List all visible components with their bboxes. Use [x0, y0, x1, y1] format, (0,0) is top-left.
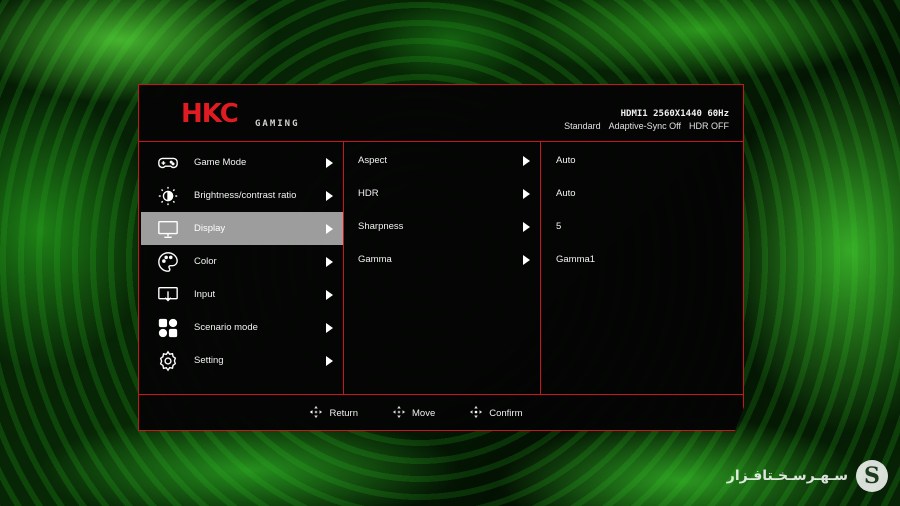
menu-item-label: Display: [194, 223, 226, 234]
menu-item-label: Color: [194, 256, 217, 267]
input-icon: [157, 284, 179, 306]
osd-menu-panel: HKC GAMING HDMI1 2560X1440 60Hz Standard…: [138, 84, 744, 431]
hint-return: Return: [309, 405, 358, 422]
signal-info: HDMI1 2560X1440 60Hz: [620, 109, 729, 119]
menu-item-scenario-mode[interactable]: Scenario mode: [141, 311, 343, 344]
menu-item-label: Brightness/contrast ratio: [194, 190, 297, 201]
osd-footer: Return Move Confirm: [139, 394, 743, 431]
value-sharpness: 5: [556, 221, 562, 232]
gear-icon: [157, 350, 179, 372]
hint-label: Move: [412, 408, 436, 419]
menu-item-game-mode[interactable]: Game Mode: [141, 146, 343, 179]
hint-label: Confirm: [489, 408, 523, 419]
menu-item-label: Input: [194, 289, 216, 300]
value-gamma: Gamma1: [556, 254, 596, 265]
submenu-item-gamma[interactable]: Gamma: [344, 243, 540, 276]
monitor-icon: [157, 218, 179, 240]
value-aspect: Auto: [556, 155, 576, 166]
site-watermark: سـهـرسـخـتافـزار S: [727, 460, 888, 492]
values-column: Auto Auto 5 Gamma1: [543, 142, 743, 394]
dpad-move-icon: [392, 405, 406, 422]
hint-label: Return: [329, 408, 358, 419]
chevron-right-icon: [326, 256, 333, 267]
scenario-icon: [157, 317, 179, 339]
chevron-right-icon: [326, 322, 333, 333]
menu-item-display[interactable]: Display: [141, 212, 343, 245]
osd-header: HKC GAMING HDMI1 2560X1440 60Hz Standard…: [139, 85, 743, 142]
submenu-item-label: Sharpness: [358, 221, 404, 232]
menu-item-input[interactable]: Input: [141, 278, 343, 311]
hint-confirm: Confirm: [469, 405, 523, 422]
chevron-right-icon: [523, 254, 530, 265]
watermark-logo: S: [856, 460, 888, 492]
chevron-right-icon: [326, 190, 333, 201]
submenu-item-label: HDR: [358, 188, 379, 199]
submenu-item-sharpness[interactable]: Sharpness: [344, 210, 540, 243]
gamepad-icon: [157, 152, 179, 174]
submenu-item-label: Aspect: [358, 155, 388, 166]
chevron-right-icon: [326, 355, 333, 366]
submenu-item-hdr[interactable]: HDR: [344, 177, 540, 210]
menu-item-label: Setting: [194, 355, 224, 366]
main-menu: Game Mode Brightness/contrast ratio Disp…: [141, 144, 343, 394]
watermark-text: سـهـرسـخـتافـزار: [726, 468, 848, 484]
chevron-right-icon: [326, 289, 333, 300]
submenu-item-aspect[interactable]: Aspect: [344, 144, 540, 177]
display-submenu: Aspect HDR Sharpness Gamma: [343, 142, 541, 394]
submenu-item-label: Gamma: [358, 254, 392, 265]
chevron-right-icon: [326, 157, 333, 168]
chevron-right-icon: [523, 188, 530, 199]
status-preset: Standard: [564, 121, 601, 131]
menu-item-label: Game Mode: [194, 157, 247, 168]
menu-item-brightness[interactable]: Brightness/contrast ratio: [141, 179, 343, 212]
status-hdr: HDR OFF: [689, 121, 729, 131]
dpad-return-icon: [309, 405, 323, 422]
brand-subtitle: GAMING: [255, 119, 300, 129]
menu-item-label: Scenario mode: [194, 322, 258, 333]
chevron-right-icon: [523, 221, 530, 232]
brand-logo: HKC: [181, 99, 239, 129]
hint-move: Move: [392, 405, 435, 422]
dpad-confirm-icon: [469, 405, 483, 422]
chevron-right-icon: [523, 155, 530, 166]
status-adaptive-sync: Adaptive-Sync Off: [608, 121, 681, 131]
value-hdr: Auto: [556, 188, 576, 199]
menu-item-setting[interactable]: Setting: [141, 344, 343, 377]
menu-item-color[interactable]: Color: [141, 245, 343, 278]
brightness-icon: [157, 185, 179, 207]
palette-icon: [157, 251, 179, 273]
chevron-right-icon: [326, 223, 333, 234]
status-bar: Standard Adaptive-Sync Off HDR OFF: [564, 121, 729, 131]
